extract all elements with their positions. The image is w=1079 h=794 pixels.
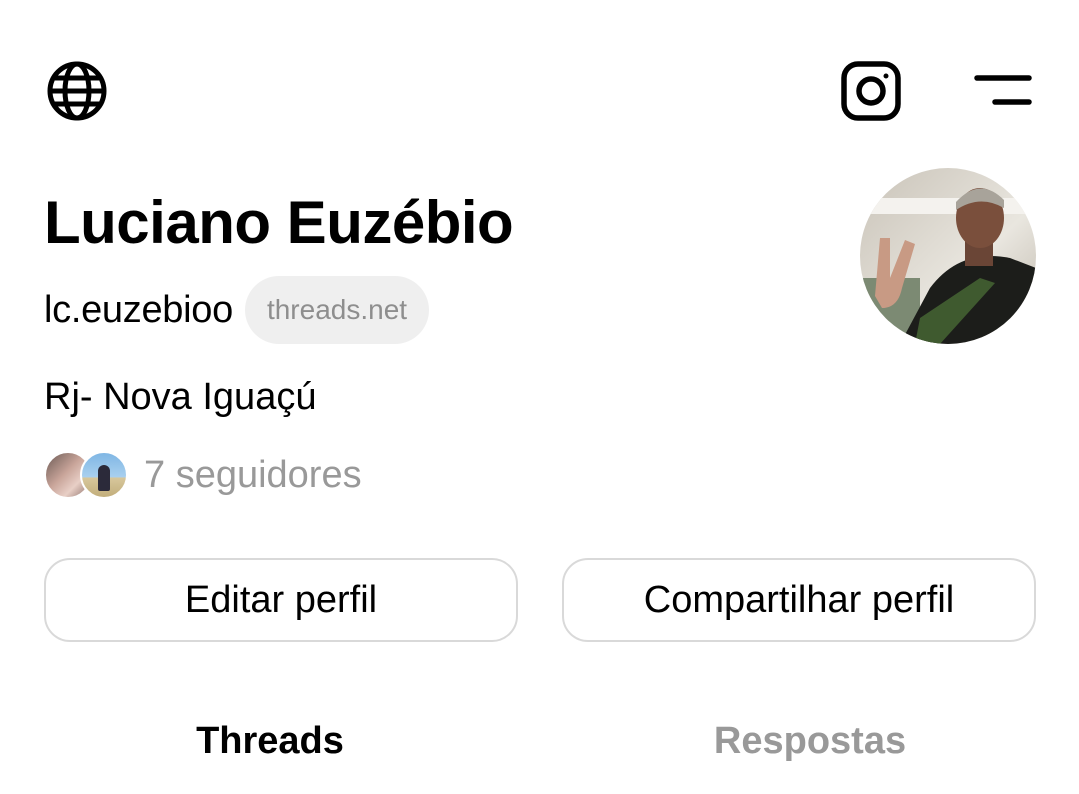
instagram-icon[interactable] xyxy=(836,56,906,126)
globe-icon[interactable] xyxy=(42,56,112,126)
tab-threads[interactable]: Threads xyxy=(20,720,520,763)
handle-row: lc.euzebioo threads.net xyxy=(44,276,430,344)
follower-avatar xyxy=(80,451,128,499)
menu-icon[interactable] xyxy=(970,62,1036,118)
profile-bio: Rj- Nova Iguaçú xyxy=(44,376,317,418)
share-profile-button[interactable]: Compartilhar perfil xyxy=(562,558,1036,642)
profile-avatar[interactable] xyxy=(860,168,1036,344)
tab-replies[interactable]: Respostas xyxy=(560,720,1060,763)
profile-handle: lc.euzebioo xyxy=(44,288,233,331)
followers-count[interactable]: 7 seguidores xyxy=(144,454,362,497)
profile-name: Luciano Euzébio xyxy=(44,189,514,256)
followers-row[interactable]: 7 seguidores xyxy=(44,450,362,500)
edit-profile-button[interactable]: Editar perfil xyxy=(44,558,518,642)
domain-badge[interactable]: threads.net xyxy=(244,276,430,344)
